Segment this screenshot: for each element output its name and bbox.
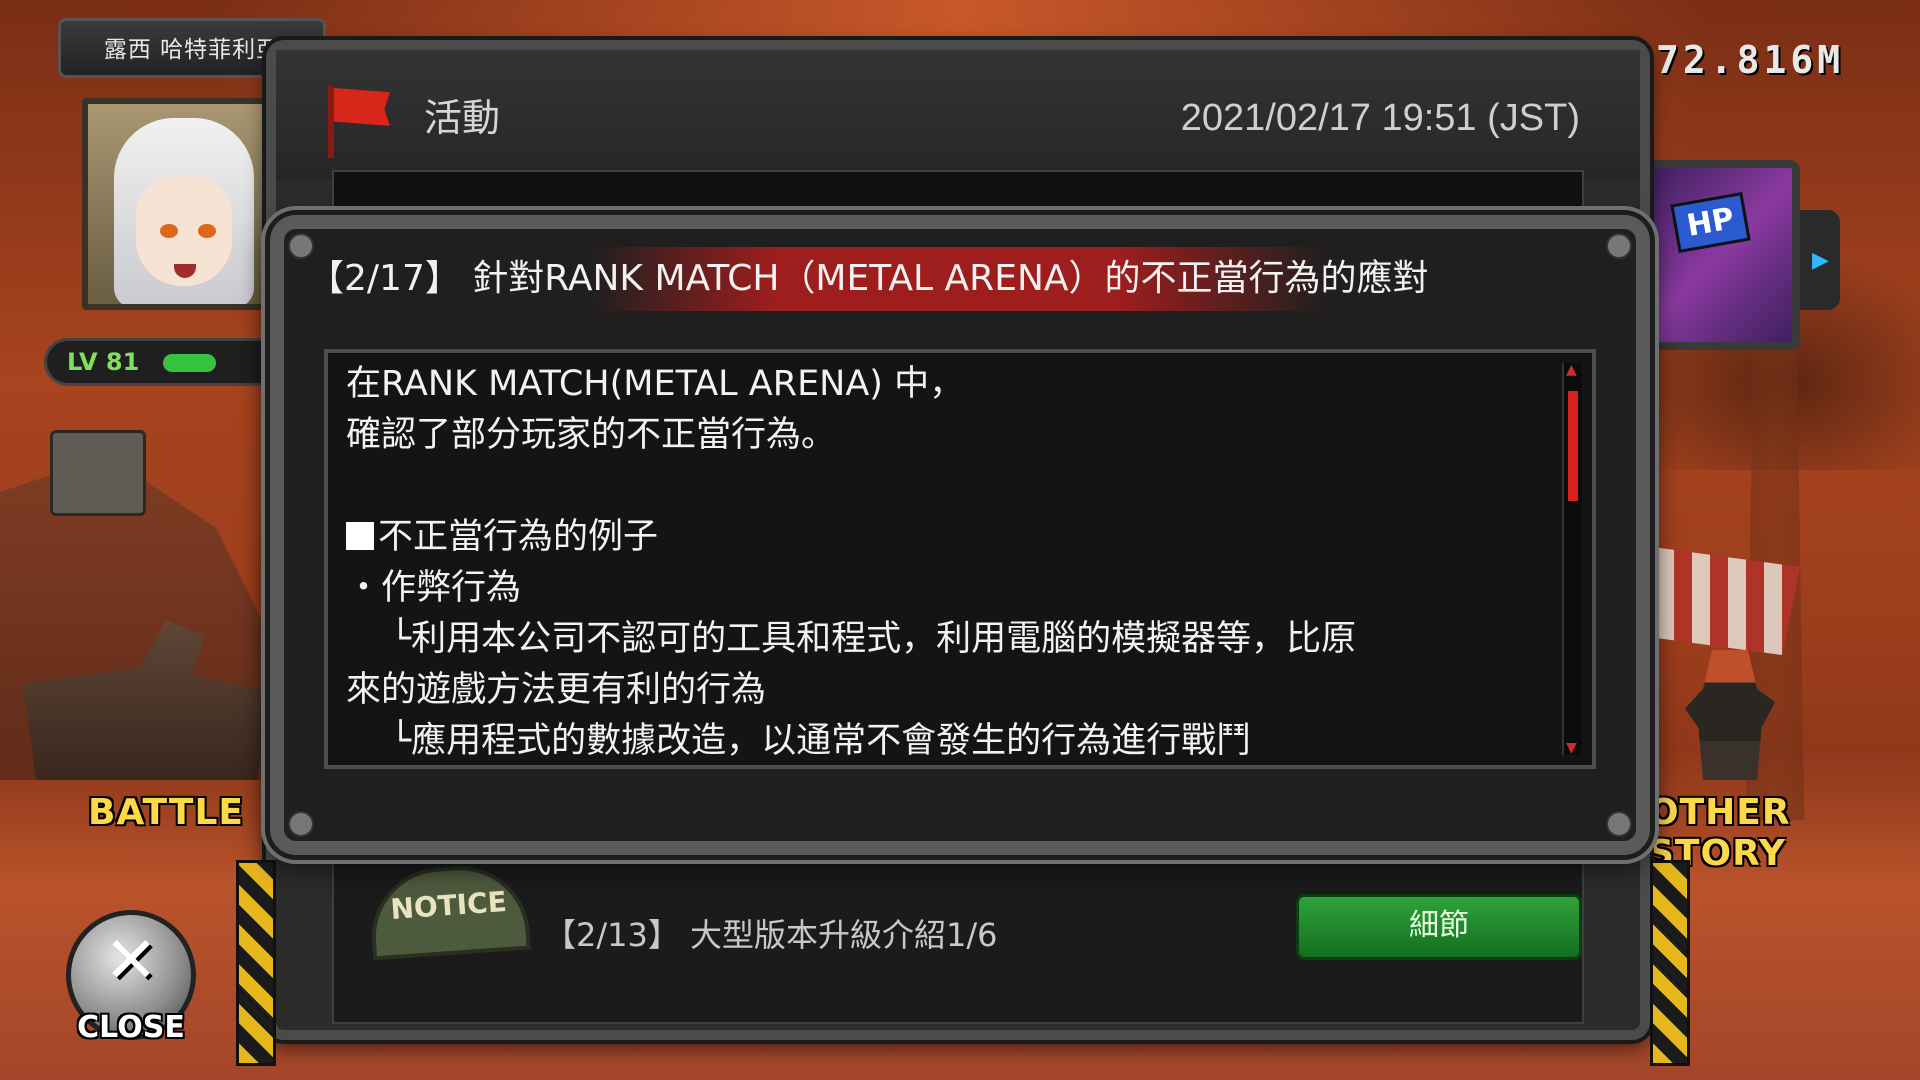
body-line: └利用本公司不認可的工具和程式，利用電腦的模擬器等，比原 xyxy=(390,619,1357,659)
body-line: 確認了部分玩家的不正當行為。 xyxy=(346,415,837,455)
detail-button[interactable]: 細節 xyxy=(1296,894,1582,960)
player-avatar[interactable] xyxy=(82,98,272,310)
flag-icon xyxy=(328,86,392,158)
hp-item-panel[interactable]: HP xyxy=(1640,160,1800,350)
close-icon: ✕ xyxy=(104,924,158,998)
section-heading: 不正當行為的例子 xyxy=(346,512,1532,563)
window-timestamp: 2021/02/17 19:51 (JST) xyxy=(1180,97,1580,139)
hp-badge: HP xyxy=(1670,192,1751,253)
level-label: LV 81 xyxy=(67,348,140,376)
announcement-body[interactable]: 在RANK MATCH(METAL ARENA) 中， 確認了部分玩家的不正當行… xyxy=(324,349,1596,769)
currency-amount: 72.816M xyxy=(1656,38,1845,82)
avatar-eye-left xyxy=(160,224,178,238)
body-line: ・作弊行為 xyxy=(346,568,522,608)
scroll-up-icon[interactable]: ▲ xyxy=(1566,363,1577,377)
announcement-text: 在RANK MATCH(METAL ARENA) 中， 確認了部分玩家的不正當行… xyxy=(346,359,1532,765)
battle-button-label[interactable]: BATTLE xyxy=(88,792,244,833)
tv-robot-scenery xyxy=(50,430,146,516)
chevron-right-icon: ▶ xyxy=(1812,248,1829,273)
hp-panel-expand-arrow[interactable]: ▶ xyxy=(1800,210,1840,310)
scroll-thumb[interactable] xyxy=(1568,391,1578,501)
bolt-icon xyxy=(288,811,314,837)
notice-badge: NOTICE xyxy=(367,861,531,961)
hazard-stripe-right xyxy=(1650,860,1690,1066)
announcement-scrollbar[interactable]: ▲ ▼ xyxy=(1562,363,1582,755)
body-line: 在RANK MATCH(METAL ARENA) 中， xyxy=(346,364,965,404)
flag-cloth xyxy=(334,88,390,126)
body-line: └應用程式的數據改造，以通常不會發生的行為進行戰鬥 xyxy=(390,721,1252,761)
scroll-down-icon[interactable]: ▼ xyxy=(1566,741,1577,755)
hazard-stripe-left xyxy=(236,860,276,1066)
bolt-icon xyxy=(1606,811,1632,837)
window-title: 活動 xyxy=(424,96,501,140)
avatar-eye-right xyxy=(198,224,216,238)
notice-item-title: 【2/13】 大型版本升級介紹1/6 xyxy=(544,916,998,954)
section-heading-text: 不正當行為的例子 xyxy=(378,517,659,557)
body-blank-line xyxy=(346,461,1532,512)
announcement-title: 【2/17】 針對RANK MATCH（METAL ARENA）的不正當行為的應… xyxy=(300,247,1620,311)
announcement-popup: 【2/17】 針對RANK MATCH（METAL ARENA）的不正當行為的應… xyxy=(270,215,1650,855)
body-line: 來的遊戲方法更有利的行為 xyxy=(346,670,767,710)
square-bullet-icon xyxy=(346,522,374,550)
event-window-header: 活動 2021/02/17 19:51 (JST) xyxy=(276,50,1640,180)
level-bar: LV 81 xyxy=(44,338,284,386)
flag-pole xyxy=(328,86,334,158)
close-button-label[interactable]: CLOSE xyxy=(66,1010,196,1045)
level-progress-fill xyxy=(163,354,216,372)
